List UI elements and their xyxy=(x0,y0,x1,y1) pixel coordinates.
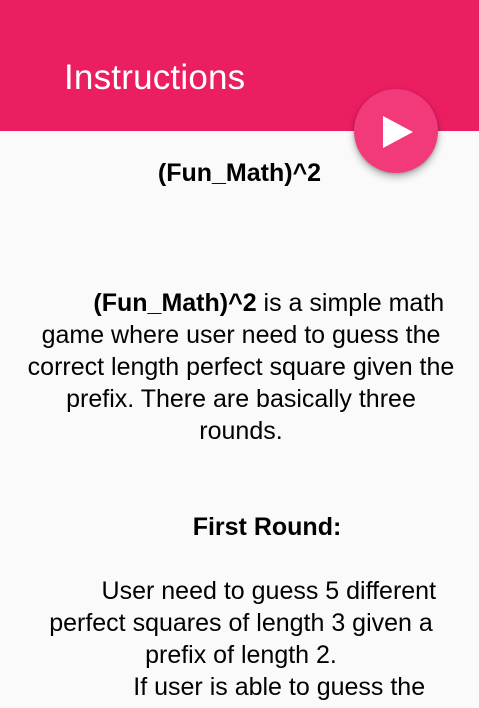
instructions-content: (Fun_Math)^2 (Fun_Math)^2 is a simple ma… xyxy=(0,131,479,708)
instructions-screen: Instructions (Fun_Math)^2 (Fun_Math)^2 i… xyxy=(0,0,479,708)
page-title: Instructions xyxy=(64,58,246,97)
first-round-text-1-value: User need to guess 5 different perfect s… xyxy=(49,577,437,669)
first-round-text-1: User need to guess 5 different perfect s… xyxy=(24,575,458,671)
first-round-text-2: If user is able to guess the xyxy=(24,671,458,703)
first-round-paragraph: User need to guess 5 different perfect s… xyxy=(24,575,458,703)
first-round-title: First Round: xyxy=(192,513,342,541)
game-title: (Fun_Math)^2 xyxy=(157,159,322,187)
intro-bold-lead: (Fun_Math)^2 xyxy=(93,289,257,317)
first-round-text-2-value: If user is able to guess the xyxy=(133,673,426,701)
intro-paragraph: (Fun_Math)^2 is a simple math game where… xyxy=(24,287,458,447)
